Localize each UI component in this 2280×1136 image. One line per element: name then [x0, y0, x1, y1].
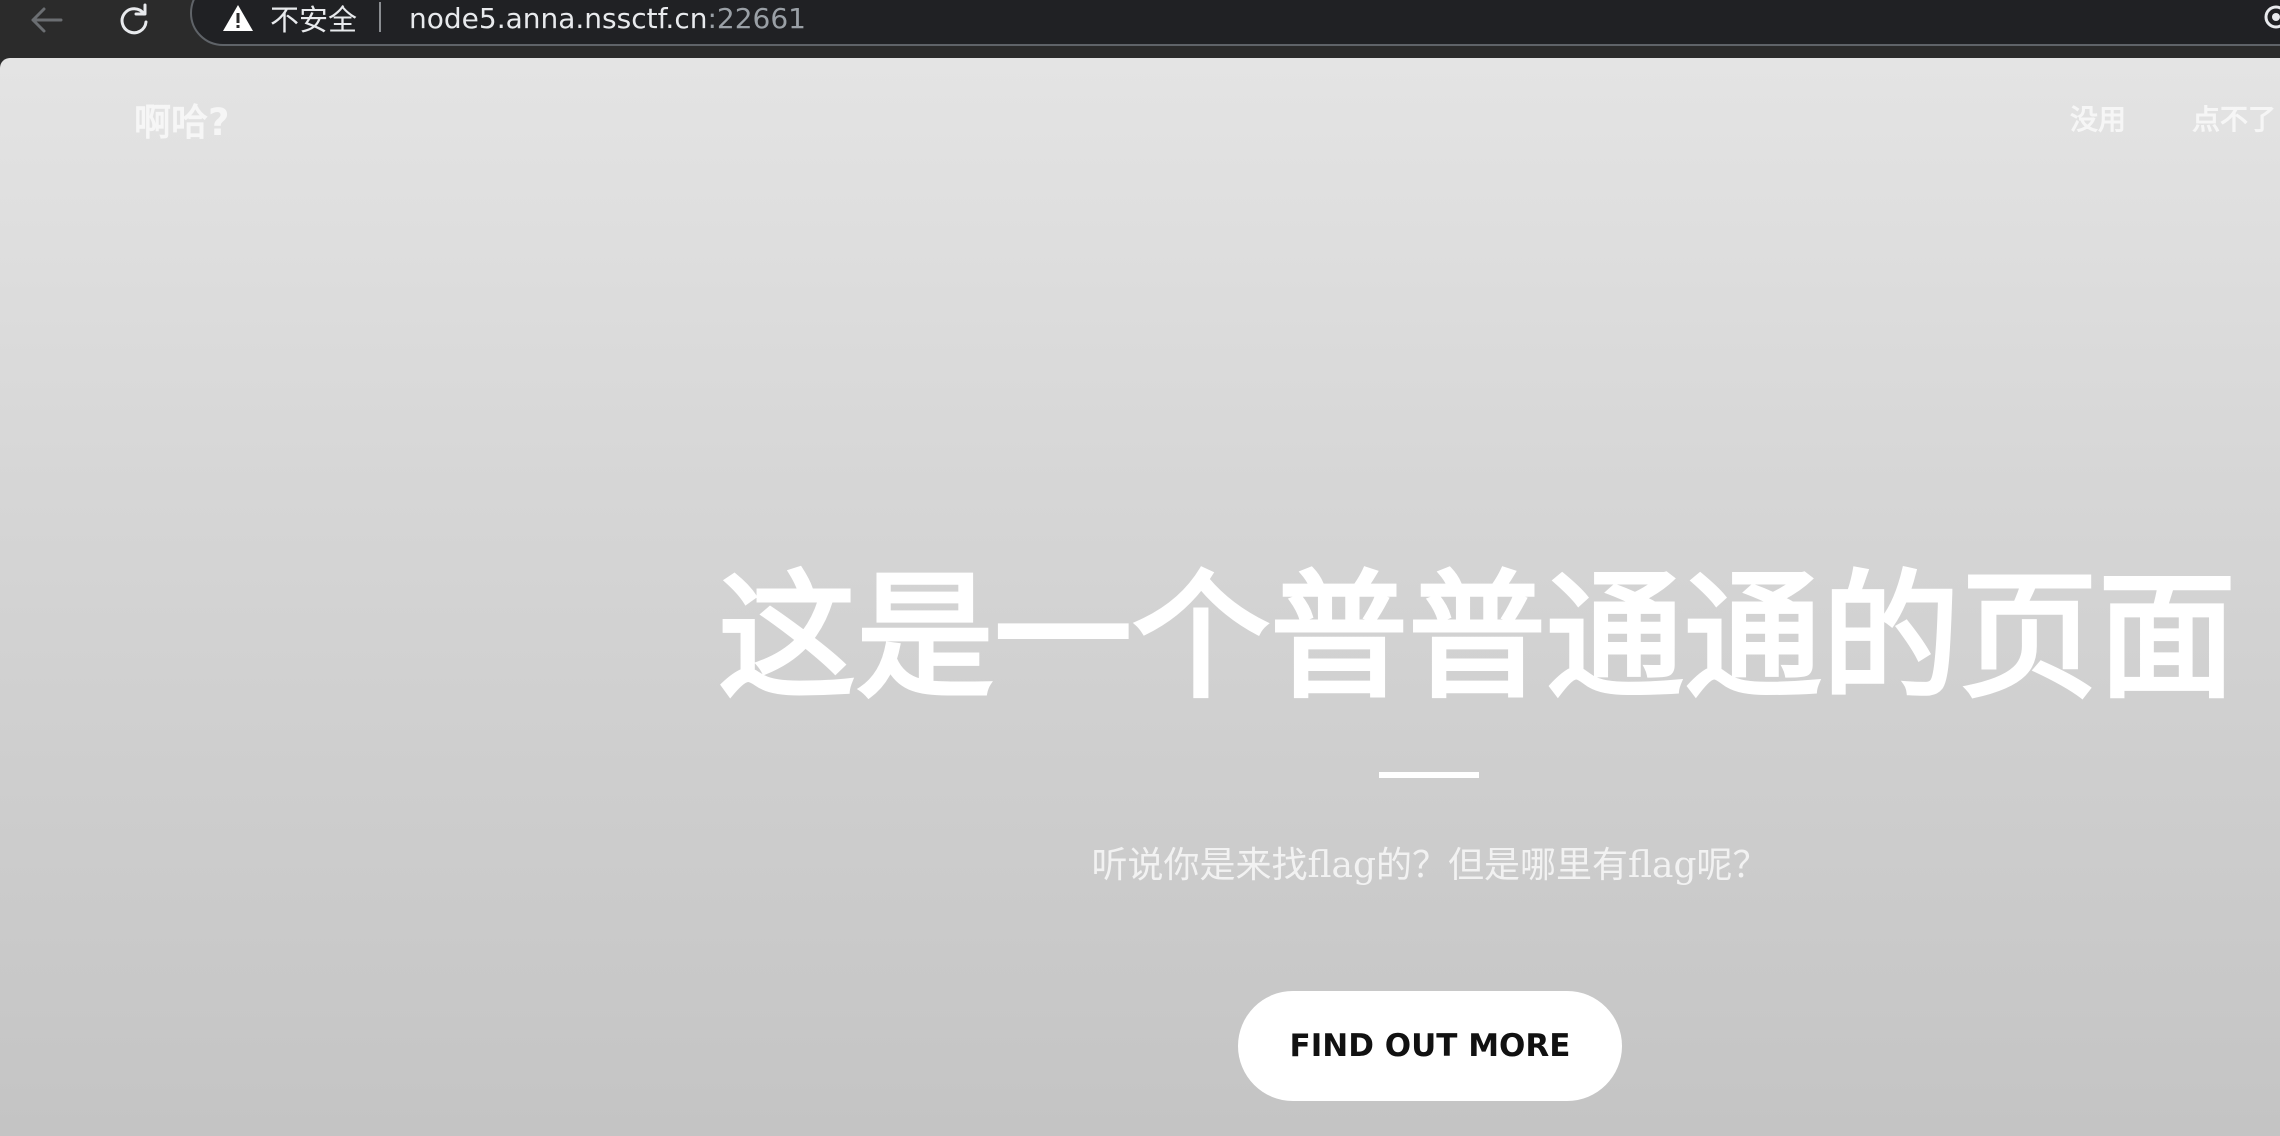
extension-button[interactable] [2262, 2, 2280, 36]
back-button[interactable] [22, 0, 70, 40]
page-viewport: 啊哈? 没用 点不了 这是一个普普通通的页面 听说你是来找flag的？但是哪里有… [0, 58, 2280, 1136]
url-divider [379, 2, 381, 32]
nav-link-useless[interactable]: 没用 [2070, 98, 2126, 138]
nav-link-unclickable[interactable]: 点不了 [2192, 98, 2276, 138]
extension-icon [2264, 5, 2280, 29]
security-label: 不安全 [270, 3, 358, 37]
url-port: :22661 [707, 1, 806, 35]
warning-triangle-icon [223, 5, 253, 31]
browser-toolbar: 不安全 node5.anna.nssctf.cn:22661 [0, 0, 2280, 58]
back-arrow-icon [31, 7, 63, 33]
site-security-indicator[interactable]: 不安全 [222, 0, 358, 37]
find-out-more-button[interactable]: FIND OUT MORE [1238, 991, 1622, 1101]
url-host: node5.anna.nssctf.cn [409, 1, 708, 35]
url-text[interactable]: node5.anna.nssctf.cn:22661 [409, 0, 806, 36]
reload-button[interactable] [110, 0, 158, 40]
site-brand[interactable]: 啊哈? [134, 92, 229, 146]
hero-divider [1379, 772, 1479, 778]
reload-icon [120, 3, 148, 35]
hero-title: 这是一个普普通通的页面 [718, 557, 2237, 718]
hero-subtitle: 听说你是来找flag的？但是哪里有flag呢？ [1091, 845, 1769, 886]
top-nav: 没用 点不了 [2070, 98, 2276, 138]
